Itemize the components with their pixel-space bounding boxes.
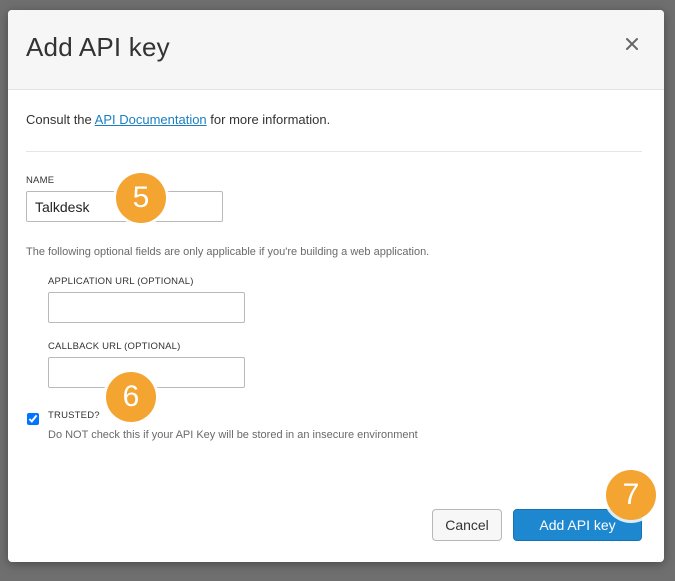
trusted-help-text: Do NOT check this if your API Key will b… — [48, 429, 418, 441]
optional-fields-hint: The following optional fields are only a… — [26, 246, 430, 258]
consult-text: Consult the API Documentation for more i… — [26, 112, 330, 127]
cancel-button[interactable]: Cancel — [432, 509, 502, 541]
application-url-label: APPLICATION URL (OPTIONAL) — [48, 276, 194, 287]
trusted-checkbox[interactable] — [27, 413, 39, 425]
step-6-badge: 6 — [106, 372, 156, 422]
name-label: NAME — [26, 175, 55, 186]
step-5-badge: 5 — [116, 173, 166, 223]
consult-prefix: Consult the — [26, 112, 95, 127]
callback-url-label: CALLBACK URL (OPTIONAL) — [48, 341, 181, 352]
dialog-header: Add API key — [8, 10, 664, 90]
api-documentation-link[interactable]: API Documentation — [95, 112, 207, 127]
consult-suffix: for more information. — [206, 112, 331, 127]
close-icon — [626, 38, 638, 50]
application-url-input[interactable] — [48, 292, 245, 323]
step-7-badge: 7 — [606, 470, 656, 520]
dialog-title: Add API key — [26, 32, 170, 62]
add-api-key-dialog: Add API key Consult the API Documentatio… — [8, 10, 664, 562]
trusted-label: TRUSTED? — [48, 410, 100, 421]
close-button[interactable] — [620, 32, 644, 56]
divider — [26, 151, 642, 152]
